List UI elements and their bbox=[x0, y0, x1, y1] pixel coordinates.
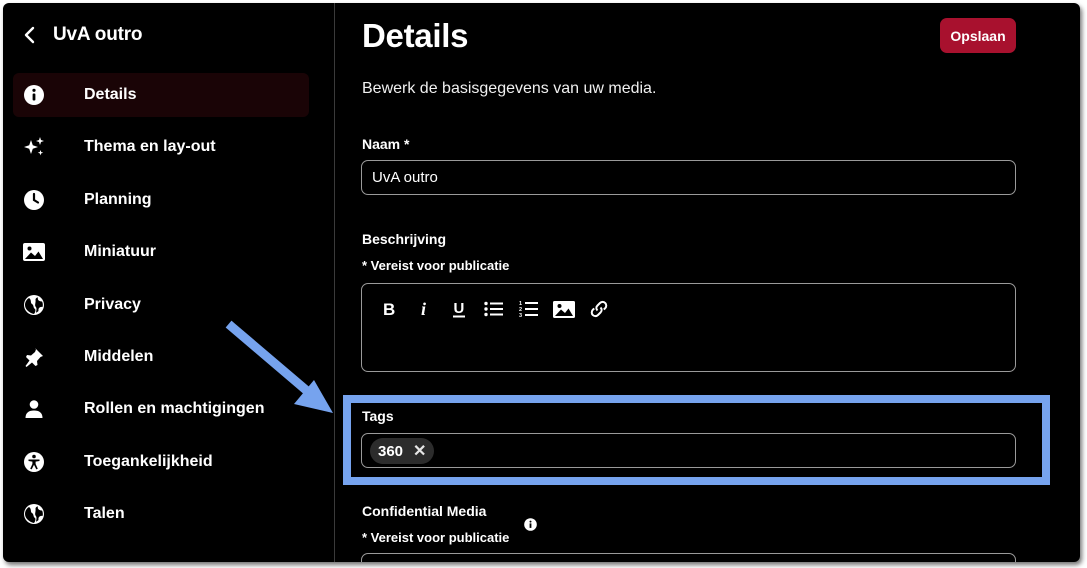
description-required-note: * Vereist voor publicatie bbox=[362, 258, 510, 273]
sidebar-item-label: Middelen bbox=[84, 347, 154, 365]
confidential-required-note: * Vereist voor publicatie bbox=[362, 530, 510, 545]
sidebar-item-label: Planning bbox=[84, 190, 152, 208]
accessibility-icon bbox=[23, 451, 45, 473]
sidebar: UvA outro Details Thema en lay-out Plann… bbox=[3, 3, 335, 562]
save-button[interactable]: Opslaan bbox=[940, 18, 1016, 53]
sidebar-item-label: Thema en lay-out bbox=[84, 138, 216, 156]
svg-text:U: U bbox=[454, 300, 465, 317]
page-title: Details bbox=[362, 17, 469, 54]
insert-image-button[interactable] bbox=[553, 297, 575, 321]
sidebar-item-planning[interactable]: Planning bbox=[13, 178, 309, 222]
confidential-media-label: Confidential Media bbox=[362, 503, 487, 519]
sidebar-nav: Details Thema en lay-out Planning Miniat… bbox=[13, 73, 309, 545]
name-field[interactable] bbox=[361, 160, 1016, 195]
sidebar-item-label: Rollen en machtigingen bbox=[84, 400, 265, 418]
image-icon bbox=[23, 241, 45, 263]
sidebar-item-thumbnail[interactable]: Miniatuur bbox=[13, 230, 309, 274]
svg-text:3: 3 bbox=[519, 313, 522, 318]
chevron-left-icon bbox=[23, 25, 39, 45]
highlight-box bbox=[343, 395, 1050, 485]
underline-button[interactable]: U bbox=[448, 297, 470, 321]
clock-icon bbox=[23, 189, 45, 211]
page-subtitle: Bewerk de basisgegevens van uw media. bbox=[362, 80, 657, 97]
sidebar-item-label: Privacy bbox=[84, 295, 141, 313]
info-icon[interactable] bbox=[524, 518, 537, 531]
media-title: UvA outro bbox=[53, 24, 143, 45]
info-icon bbox=[23, 84, 45, 106]
svg-text:B: B bbox=[383, 301, 395, 317]
svg-text:i: i bbox=[421, 301, 426, 317]
bold-button[interactable]: B bbox=[378, 297, 400, 321]
sidebar-item-accessibility[interactable]: Toegankelijkheid bbox=[13, 440, 309, 484]
pin-icon bbox=[23, 346, 45, 368]
bulleted-list-button[interactable] bbox=[483, 297, 505, 321]
sidebar-item-privacy[interactable]: Privacy bbox=[13, 283, 309, 327]
person-icon bbox=[23, 398, 45, 420]
globe-icon bbox=[23, 294, 45, 316]
sidebar-item-label: Toegankelijkheid bbox=[84, 452, 213, 470]
sidebar-item-roles-permissions[interactable]: Rollen en machtigingen bbox=[13, 387, 309, 431]
sparkles-icon bbox=[23, 136, 45, 158]
insert-link-button[interactable] bbox=[588, 297, 610, 321]
sidebar-item-label: Details bbox=[84, 86, 137, 103]
italic-button[interactable]: i bbox=[413, 297, 435, 321]
numbered-list-button[interactable]: 123 bbox=[518, 297, 540, 321]
sidebar-item-resources[interactable]: Middelen bbox=[13, 335, 309, 379]
sidebar-item-details[interactable]: Details bbox=[13, 73, 309, 117]
editor-toolbar: B i U 123 bbox=[378, 297, 610, 321]
sidebar-item-languages[interactable]: Talen bbox=[13, 492, 309, 536]
back-button[interactable]: UvA outro bbox=[23, 21, 143, 49]
sidebar-item-label: Talen bbox=[84, 505, 125, 523]
description-editor[interactable]: B i U 123 bbox=[361, 283, 1016, 372]
sidebar-item-theme-layout[interactable]: Thema en lay-out bbox=[13, 125, 309, 169]
description-label: Beschrijving bbox=[362, 231, 447, 247]
globe-icon bbox=[23, 503, 45, 525]
name-label: Naam * bbox=[362, 136, 410, 152]
confidential-media-field[interactable] bbox=[361, 553, 1016, 562]
sidebar-item-label: Miniatuur bbox=[84, 243, 156, 261]
